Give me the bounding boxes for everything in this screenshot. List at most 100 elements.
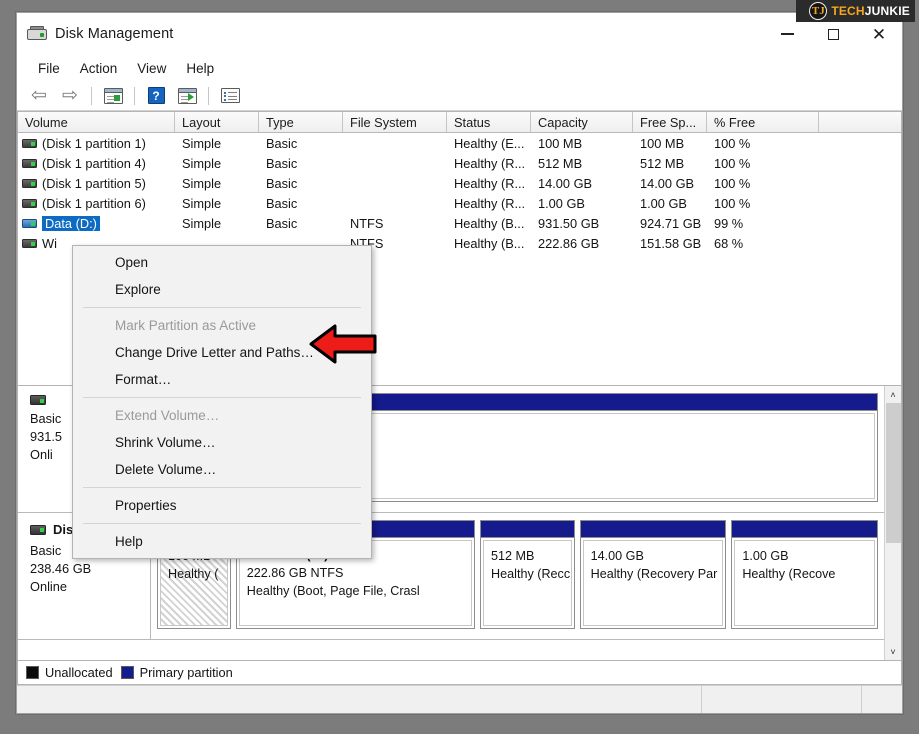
percent-free-cell: 100 % [714,195,751,211]
free-space-cell: 14.00 GB [640,175,695,191]
partition-status: Healthy ( [168,567,219,581]
question-mark-icon: ? [147,87,165,104]
show-console-tree-button[interactable] [99,84,127,108]
partition-block[interactable]: 1.00 GB Healthy (Recove [731,520,879,629]
properties-button[interactable] [216,84,244,108]
column-header-layout[interactable]: Layout [175,112,259,132]
forward-button[interactable]: ⇨ [56,84,84,108]
action-menu-button[interactable] [173,84,201,108]
context-menu-item-help[interactable]: Help [73,528,371,555]
type-cell: Basic [266,155,298,171]
context-menu-item-properties[interactable]: Properties [73,492,371,519]
scrollbar-thumb[interactable] [885,403,901,543]
menu-action[interactable]: Action [71,58,127,79]
capacity-cell: 222.86 GB [538,235,600,251]
context-menu-item-open[interactable]: Open [73,249,371,276]
column-header-status[interactable]: Status [447,112,531,132]
column-header-percent-free[interactable]: % Free [707,112,819,132]
layout-cell: Simple [182,135,222,151]
vertical-scrollbar[interactable]: ˄ ˅ [884,386,901,660]
context-menu-item-shrink-volume[interactable]: Shrink Volume… [73,429,371,456]
type-cell: Basic [266,135,298,151]
volume-drive-icon [22,138,37,148]
table-row[interactable]: Data (D:) Simple Basic NTFS Healthy (B... 931… [18,213,901,233]
partition-block[interactable]: 14.00 GB Healthy (Recovery Par [579,520,727,629]
file-system-cell [343,193,447,213]
percent-free-cell: 99 % [714,215,744,231]
close-icon: ✕ [871,24,887,44]
table-row[interactable]: (Disk 1 partition 6) Simple Basic Healthy (… [18,193,901,213]
volume-label: (Disk 1 partition 4) [42,155,146,171]
menu-view[interactable]: View [128,58,175,79]
context-menu-separator [83,487,361,488]
status-cell: Healthy (E... [454,135,525,151]
partition-status: Healthy (Boot, Page File, Crasl [246,584,420,598]
disk-status-label: Online [30,579,67,594]
toolbar: ⇦ ⇨ ? [17,81,902,111]
context-menu-item-change-drive-letter-and-paths[interactable]: Change Drive Letter and Paths… [73,339,371,366]
scrollbar-track[interactable] [885,403,902,643]
volume-drive-icon [22,158,37,168]
volume-drive-icon [22,238,37,248]
help-button[interactable]: ? [142,84,170,108]
context-menu-separator [83,523,361,524]
free-space-cell: 100 MB [640,135,685,151]
volume-cell: Data (D:) [18,213,175,233]
table-row[interactable]: (Disk 1 partition 5) Simple Basic Healthy (… [18,173,901,193]
status-bar-segment-main [17,686,702,713]
volume-cell: (Disk 1 partition 6) [18,193,175,213]
volume-list-header: Volume Layout Type File System Status Ca… [18,112,901,133]
partition-details: 14.00 GB Healthy (Recovery Par [582,540,724,626]
column-header-free-space[interactable]: Free Sp... [633,112,707,132]
context-menu-item-delete-volume[interactable]: Delete Volume… [73,456,371,483]
volume-drive-icon [22,218,37,228]
back-button[interactable]: ⇦ [25,84,53,108]
column-header-capacity[interactable]: Capacity [531,112,633,132]
left-arrow-icon: ⇦ [31,85,47,106]
toolbar-separator [208,86,209,105]
disk-management-window: Disk Management ✕ File Action View Help … [16,12,903,714]
column-header-type[interactable]: Type [259,112,343,132]
table-row[interactable]: (Disk 1 partition 1) Simple Basic Healthy (… [18,133,901,153]
context-menu-separator [83,397,361,398]
disk-icon [30,395,46,405]
volume-drive-icon [22,178,37,188]
context-menu-separator [83,307,361,308]
volume-label: (Disk 1 partition 1) [42,135,146,151]
minimize-icon [780,33,794,35]
status-cell: Healthy (B... [454,235,525,251]
partition-block[interactable]: 512 MB Healthy (Recc [480,520,575,629]
properties-list-icon [220,88,240,103]
partition-status: Healthy (Recove [742,567,836,581]
context-menu-item-explore[interactable]: Explore [73,276,371,303]
scroll-up-button[interactable]: ˄ [885,386,902,403]
column-header-volume[interactable]: Volume [18,112,175,132]
context-menu-item-format[interactable]: Format… [73,366,371,393]
partition-legend: Unallocated Primary partition [17,661,902,685]
percent-free-cell: 100 % [714,135,751,151]
scroll-down-button[interactable]: ˅ [885,643,902,660]
capacity-cell: 100 MB [538,135,583,151]
partition-color-bar [580,521,726,538]
menu-file[interactable]: File [29,58,69,79]
column-header-file-system[interactable]: File System [343,112,447,132]
layout-cell: Simple [182,155,222,171]
status-cell: Healthy (B... [454,215,525,231]
context-menu-item-mark-partition-as-active: Mark Partition as Active [115,318,257,333]
volume-label: (Disk 1 partition 5) [42,175,146,191]
file-system-cell [343,173,447,193]
menu-bar: File Action View Help [17,55,902,81]
status-cell: Healthy (R... [454,175,526,191]
partition-size: 14.00 GB [590,549,644,563]
title-bar-left: Disk Management [17,26,173,42]
window-title: Disk Management [55,26,174,42]
menu-help[interactable]: Help [177,58,223,79]
volume-list-rows: (Disk 1 partition 1) Simple Basic Healthy (… [18,133,901,253]
partition-size: 1.00 GB [742,549,789,563]
percent-free-cell: 100 % [714,175,751,191]
table-row[interactable]: (Disk 1 partition 4) Simple Basic Healthy (… [18,153,901,173]
unallocated-color-swatch [26,666,39,679]
partition-details: 512 MB Healthy (Recc [483,540,572,626]
type-cell: Basic [266,215,298,231]
layout-cell: Simple [182,195,222,211]
